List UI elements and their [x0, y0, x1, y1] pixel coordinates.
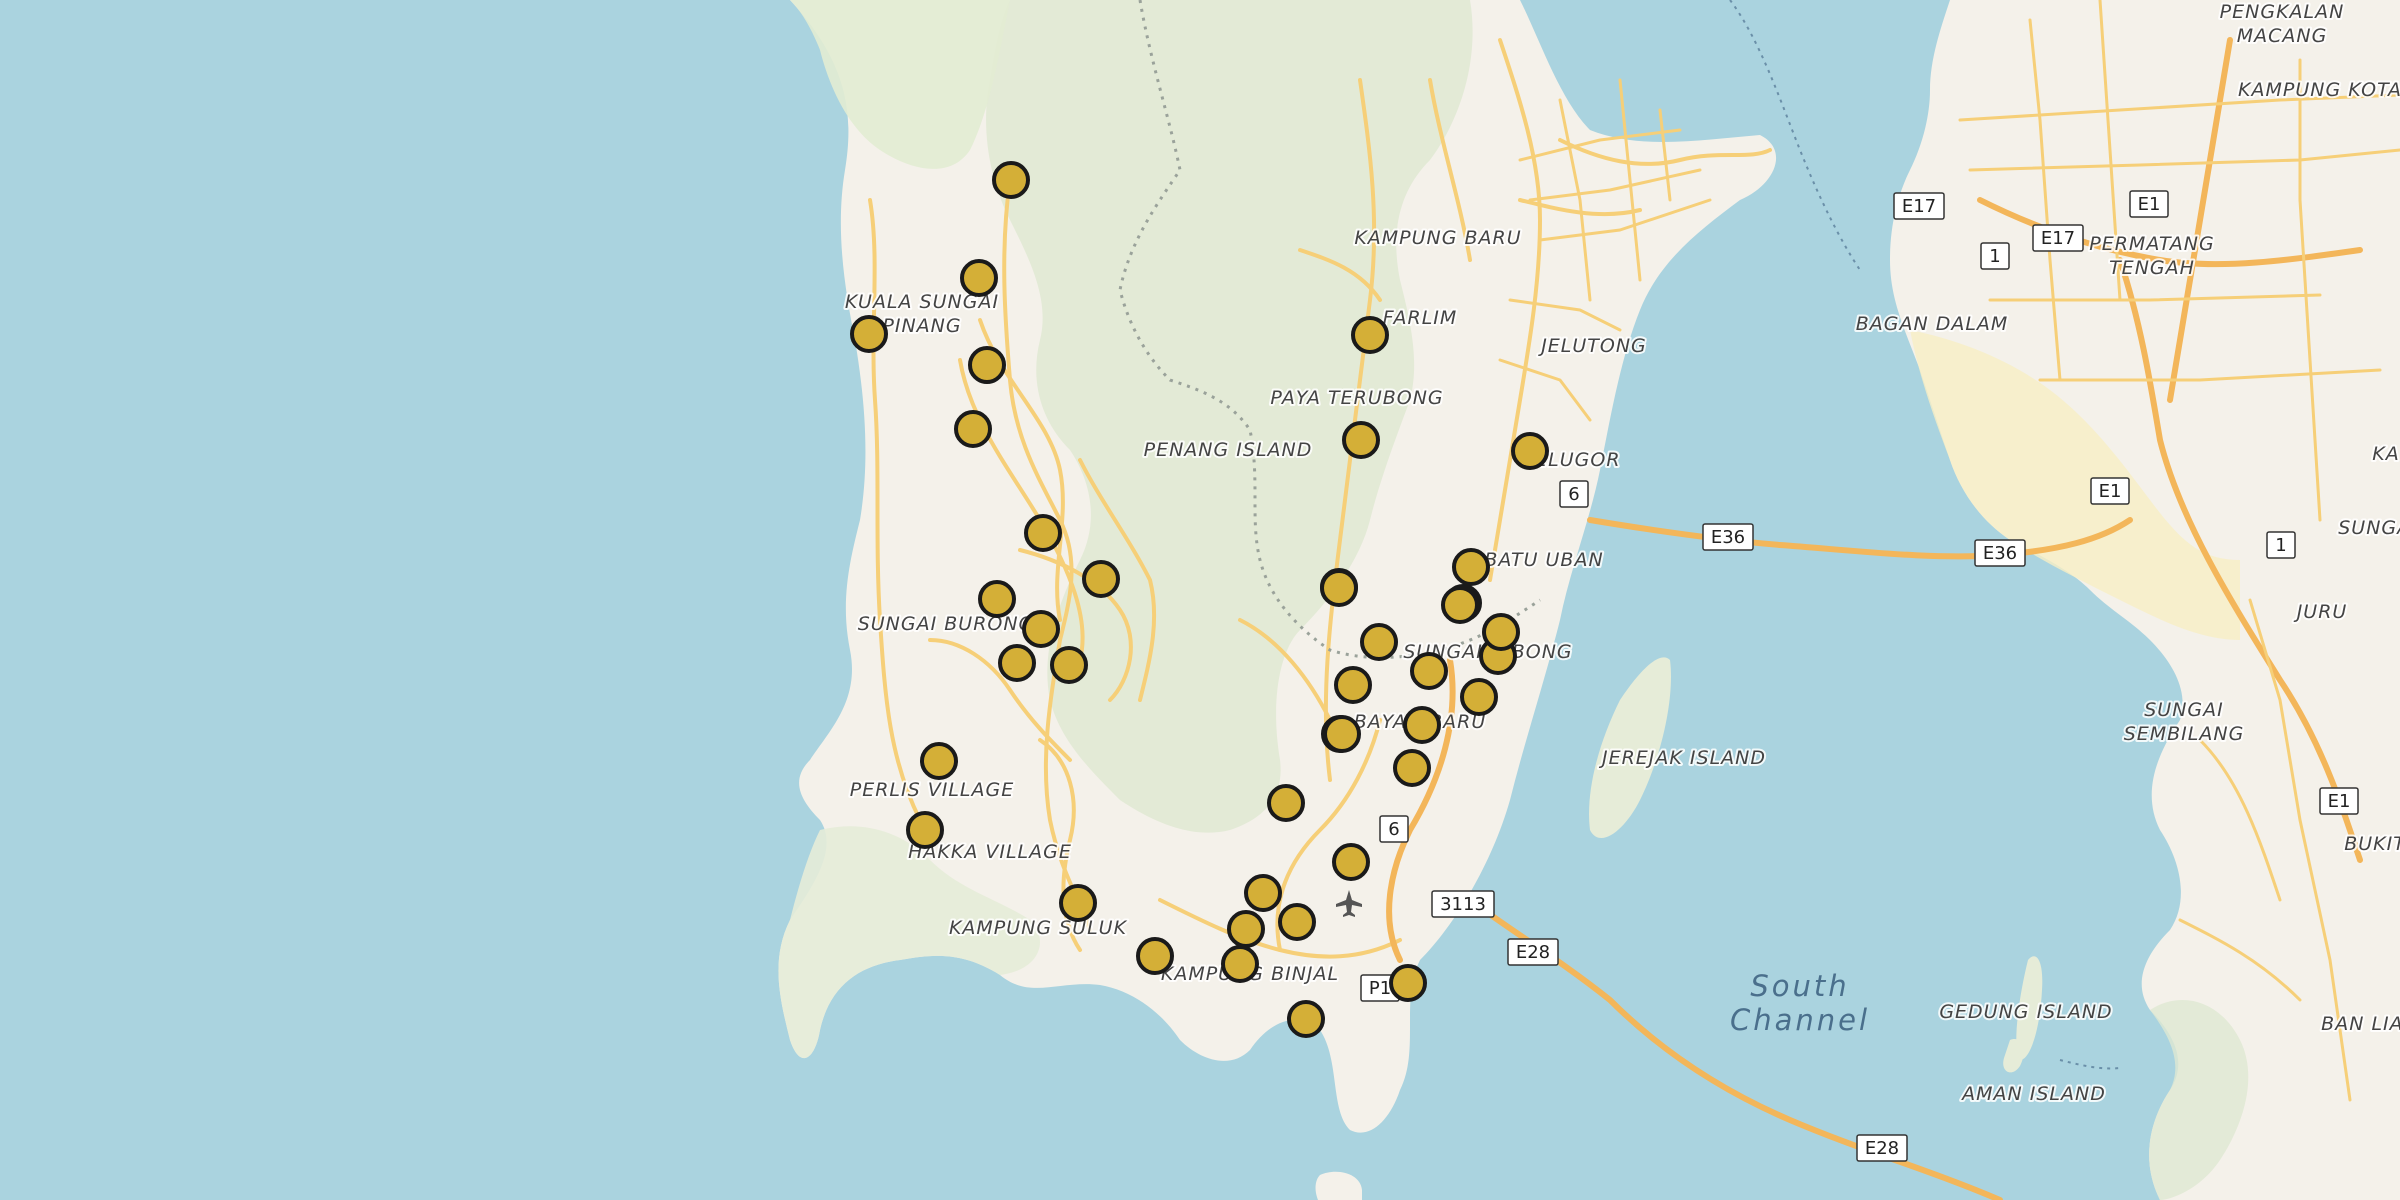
place-label: PERMATANG — [2089, 233, 2214, 255]
road-shield-label: E17 — [1902, 196, 1936, 217]
location-marker[interactable] — [906, 811, 944, 849]
road-shield: E28 — [1856, 1134, 1908, 1162]
road-shield: E28 — [1507, 938, 1559, 966]
location-marker[interactable] — [1351, 316, 1389, 354]
place-label: TENGAH — [2109, 257, 2195, 279]
place-label: MACANG — [2237, 25, 2328, 47]
location-marker[interactable] — [1410, 652, 1448, 690]
location-marker[interactable] — [992, 161, 1030, 199]
location-marker[interactable] — [968, 346, 1006, 384]
place-label: JELUTONG — [1537, 335, 1647, 357]
road-shield-label: E1 — [2099, 481, 2122, 502]
road-shield: E1 — [2319, 787, 2359, 815]
location-marker[interactable] — [1511, 432, 1549, 470]
location-marker[interactable] — [1059, 884, 1097, 922]
road-shield: E36 — [1702, 523, 1754, 551]
location-marker[interactable] — [1403, 706, 1441, 744]
location-marker[interactable] — [850, 315, 888, 353]
location-marker[interactable] — [1452, 548, 1490, 586]
road-shield: E17 — [2032, 224, 2084, 252]
location-marker[interactable] — [954, 410, 992, 448]
road-shield-label: E28 — [1865, 1138, 1899, 1159]
location-marker[interactable] — [1024, 514, 1062, 552]
place-label: SEMBILANG — [2124, 723, 2245, 745]
location-marker[interactable] — [1360, 623, 1398, 661]
location-marker[interactable] — [1136, 937, 1174, 975]
location-marker[interactable] — [1441, 586, 1479, 624]
road-shield-label: 1 — [2275, 535, 2286, 556]
road-shield: 6 — [1559, 480, 1589, 508]
location-marker[interactable] — [1287, 1000, 1325, 1038]
road-shield-label: E17 — [2041, 228, 2075, 249]
location-marker[interactable] — [1244, 874, 1282, 912]
road-shield-label: P1 — [1369, 978, 1391, 999]
location-marker[interactable] — [1221, 945, 1259, 983]
place-label: AMAN ISLAND — [1960, 1083, 2106, 1105]
place-label: FARLIM — [1383, 307, 1458, 329]
location-marker[interactable] — [1022, 610, 1060, 648]
location-marker[interactable] — [1227, 910, 1265, 948]
road-shield-label: 1 — [1989, 246, 2000, 267]
road-shield: E1 — [2129, 190, 2169, 218]
place-label: KAMPUNG KOTA — [2238, 79, 2400, 101]
place-label: BAN LIAN — [2321, 1013, 2400, 1035]
location-marker[interactable] — [1460, 678, 1498, 716]
road-shield-label: 3113 — [1440, 894, 1486, 915]
road-shield: 1 — [2266, 531, 2296, 559]
road-shield-label: 6 — [1388, 819, 1399, 840]
place-label: BATU UBAN — [1484, 549, 1603, 571]
road-shield-label: E28 — [1516, 942, 1550, 963]
place-label: PINANG — [882, 315, 961, 337]
road-shield: 6 — [1379, 815, 1409, 843]
place-label: SUNGAI BURONG — [858, 613, 1035, 635]
location-marker[interactable] — [1393, 749, 1431, 787]
road-shield: E36 — [1974, 539, 2026, 567]
location-marker[interactable] — [998, 644, 1036, 682]
road-shield-label: E1 — [2138, 194, 2161, 215]
place-label: JURU — [2293, 601, 2348, 623]
location-marker[interactable] — [1278, 903, 1316, 941]
water-labels: South Channel — [1730, 969, 1870, 1037]
location-marker[interactable] — [1323, 715, 1361, 753]
place-label: KAMPUNG SULUK — [949, 917, 1128, 939]
place-label: BAGAN DALAM — [1856, 313, 2009, 335]
location-marker[interactable] — [1267, 784, 1305, 822]
place-label: KAMPUNG BARU — [1354, 227, 1521, 249]
place-label: PENGKALAN — [2220, 1, 2345, 23]
water-label: Channel — [1730, 1003, 1870, 1037]
place-label: JEREJAK ISLAND — [1598, 747, 1766, 769]
road-shield-label: E1 — [2328, 791, 2351, 812]
place-label: KA — [2372, 443, 2399, 465]
place-label: GEDUNG ISLAND — [1939, 1001, 2112, 1023]
road-shield-label: 6 — [1568, 484, 1579, 505]
location-marker[interactable] — [1320, 569, 1358, 607]
location-marker[interactable] — [1050, 646, 1088, 684]
road-shield: 1 — [1980, 242, 2010, 270]
road-shield: E1 — [2090, 477, 2130, 505]
location-marker[interactable] — [1342, 421, 1380, 459]
location-marker[interactable] — [1332, 843, 1370, 881]
location-marker[interactable] — [1482, 613, 1520, 651]
place-label: PERLIS VILLAGE — [850, 779, 1014, 801]
location-marker[interactable] — [960, 259, 998, 297]
water-label: South — [1750, 969, 1849, 1003]
place-label: BUKIT — [2344, 833, 2400, 855]
location-marker[interactable] — [1334, 666, 1372, 704]
road-shield-label: E36 — [1711, 527, 1745, 548]
location-marker[interactable] — [978, 580, 1016, 618]
place-label: SUNGAI — [2338, 517, 2400, 539]
road-shield: 3113 — [1431, 890, 1495, 918]
location-marker[interactable] — [920, 742, 958, 780]
location-marker[interactable] — [1082, 560, 1120, 598]
map-canvas[interactable]: PENGKALAN MACANG KAMPUNG KOTA KAMPUNG BA… — [0, 0, 2400, 1200]
road-shield-label: E36 — [1983, 543, 2017, 564]
place-label: PENANG ISLAND — [1144, 439, 1313, 461]
place-label: PAYA TERUBONG — [1270, 387, 1443, 409]
place-label: SUNGAI — [2144, 699, 2224, 721]
location-marker[interactable] — [1389, 964, 1427, 1002]
road-shield: E17 — [1893, 192, 1945, 220]
